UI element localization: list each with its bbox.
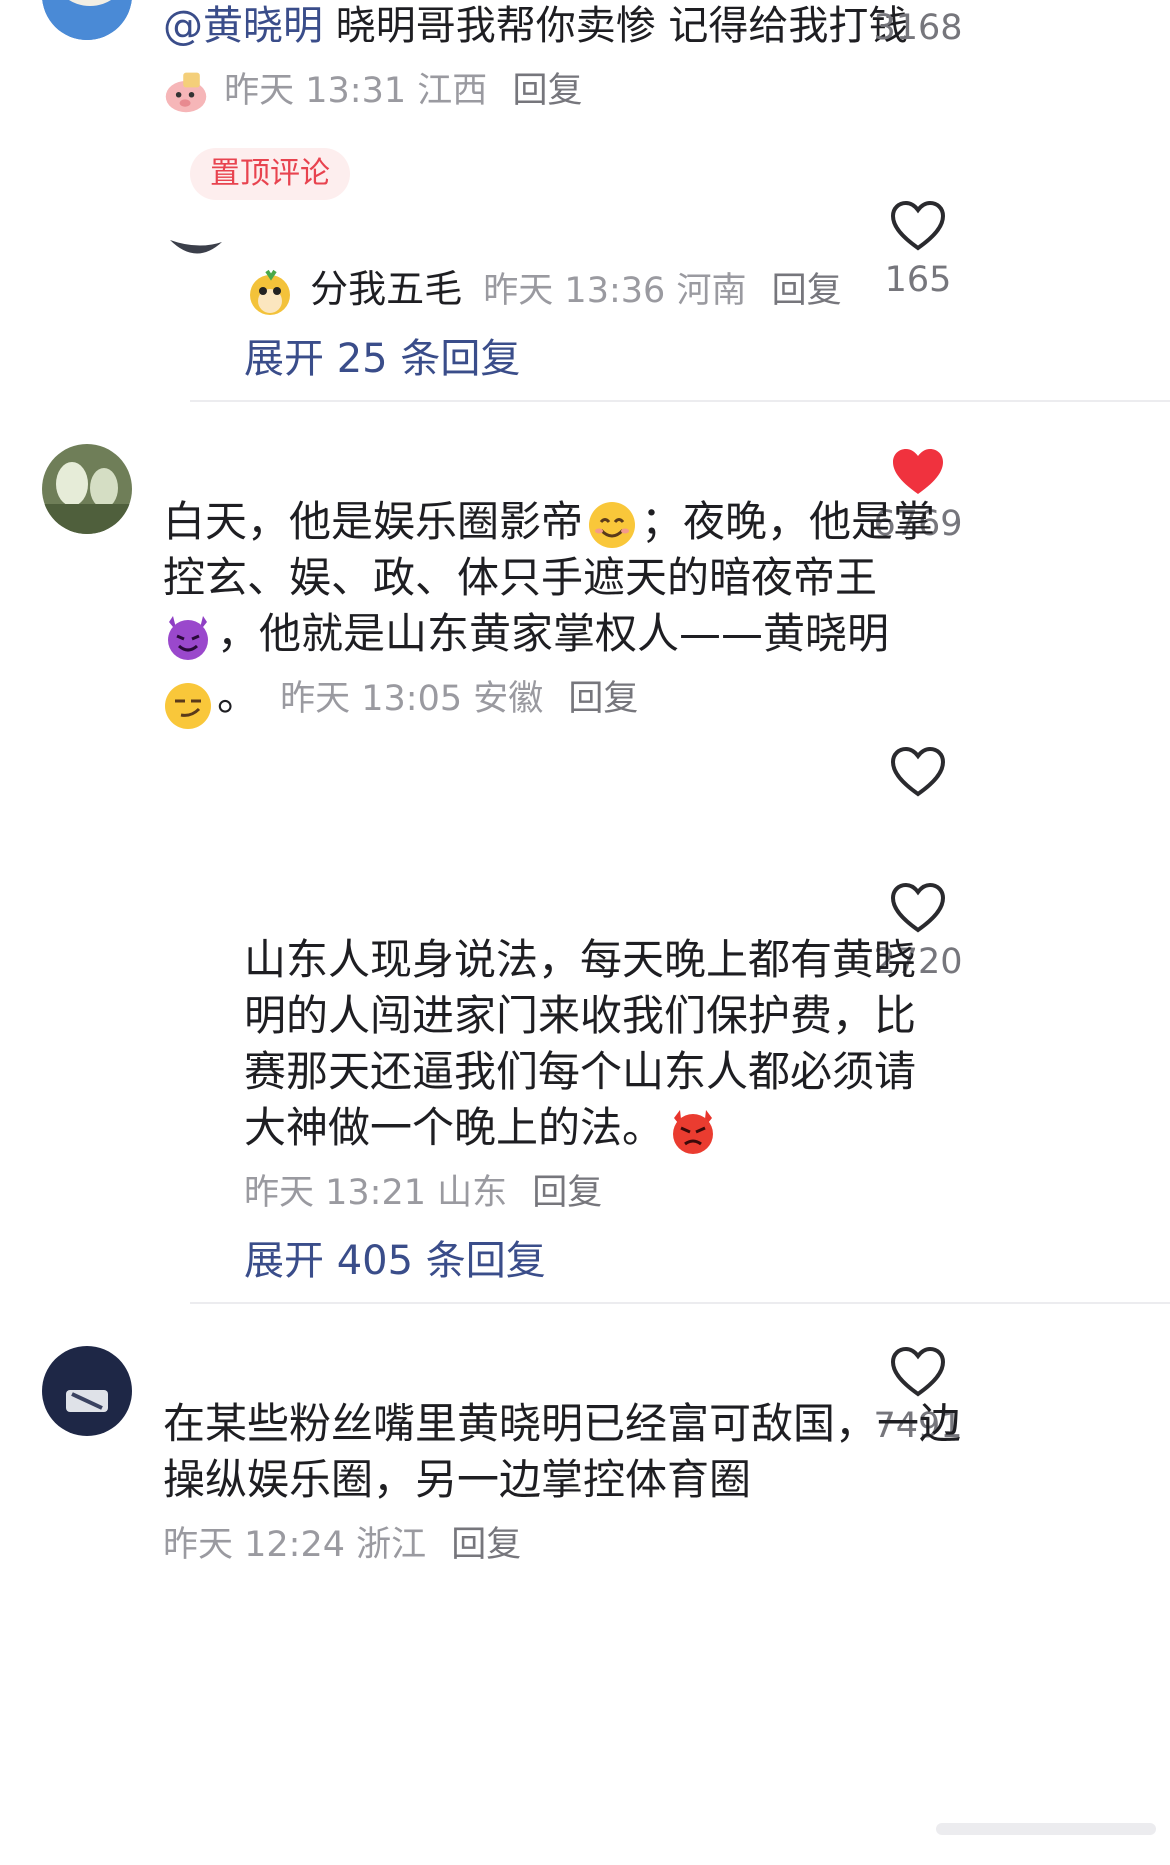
mention-link[interactable]: @黄晓明	[163, 3, 323, 49]
comment-text-line: 大神做一个晚上的法。	[244, 1096, 722, 1160]
heart-outline-icon[interactable]	[890, 882, 946, 934]
reply-button[interactable]: 回复	[532, 1173, 602, 1213]
reply-button[interactable]: 回复	[772, 271, 842, 311]
comment-text-line: ，他就是山东黄家掌权人——黄晓明	[163, 602, 889, 666]
like-count: 165	[884, 260, 952, 300]
heart-outline-icon[interactable]	[890, 746, 946, 798]
comment-text-line: 山东人现身说法，每天晚上都有黄晓	[244, 935, 917, 984]
pinned-badge: 置顶评论	[190, 148, 350, 200]
comment-meta: 昨天 13:31 江西 回复	[163, 62, 582, 115]
comment-text-line: 控玄、娱、政、体只手遮天的暗夜帝王	[163, 553, 878, 602]
reply-button[interactable]: 回复	[451, 1525, 521, 1565]
avatar[interactable]	[42, 1346, 132, 1436]
comment-meta: 昨天 12:24 浙江 回复	[163, 1525, 522, 1565]
expand-replies-link[interactable]: 展开 25 条回复	[244, 326, 520, 384]
reply-avatar[interactable]	[168, 232, 224, 258]
scrollbar[interactable]	[936, 1823, 1156, 1835]
pig-sticker-icon	[165, 72, 207, 113]
heart-outline-icon[interactable]	[890, 1346, 946, 1398]
divider	[190, 1302, 1170, 1304]
reply-button[interactable]: 回复	[512, 71, 582, 111]
comment-last-line: 。 昨天 13:05 安徽 回复	[163, 662, 638, 731]
smiling-face-emoji	[589, 501, 636, 548]
expand-replies-link[interactable]: 展开 405 条回复	[244, 1228, 546, 1286]
angry-face-emoji	[673, 1109, 714, 1154]
comment-text: @黄晓明 晓明哥我帮你卖惨 记得给我打钱	[163, 3, 909, 49]
avatar[interactable]	[42, 444, 132, 534]
reply-meta: 分我五毛 昨天 13:36 河南 回复	[245, 258, 842, 317]
comment-meta: 昨天 13:21 山东 回复	[244, 1173, 603, 1213]
like-count: 3168	[873, 8, 963, 48]
smiling-devil-emoji	[168, 615, 208, 660]
reply-button[interactable]: 回复	[568, 679, 638, 719]
comment-text-line: 赛那天还逼我们每个山东人都必须请	[244, 1047, 917, 1096]
avatar[interactable]	[42, 0, 132, 40]
comment-text-line: 在某些粉丝嘴里黄晓明已经富可敌国，一边	[163, 1399, 962, 1448]
reply-username[interactable]: 分我五毛	[310, 267, 462, 311]
comment-text-line: 白天，他是娱乐圈影帝 ；夜晚，他是掌	[163, 490, 935, 554]
bunny-sticker-icon	[250, 269, 290, 315]
divider	[190, 400, 1170, 402]
comment-text-line: 明的人闯进家门来收我们保护费，比	[244, 991, 917, 1040]
comment-text-line: 操纵娱乐圈，另一边掌控体育圈	[163, 1455, 752, 1504]
smirking-face-emoji	[165, 682, 211, 729]
comment-meta: 昨天 13:05 安徽 回复	[280, 679, 639, 719]
heart-outline-icon[interactable]	[890, 200, 946, 252]
